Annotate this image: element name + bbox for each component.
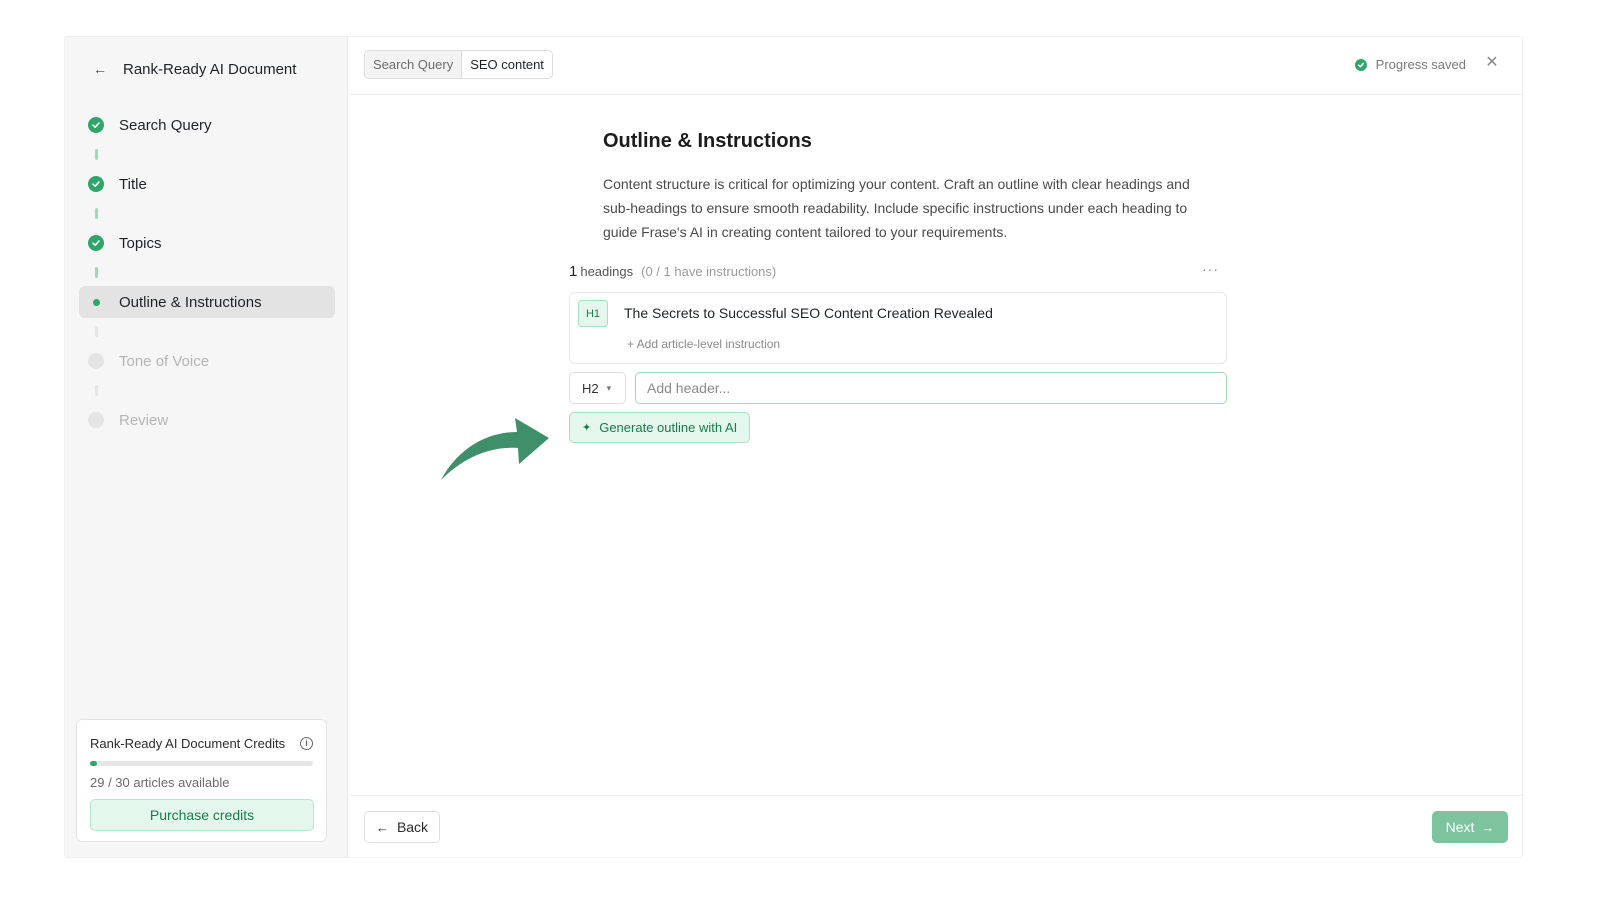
top-bar: Search Query SEO content Progress saved …: [349, 37, 1522, 95]
add-header-input[interactable]: [635, 372, 1227, 404]
save-status: Progress saved: [1354, 57, 1466, 72]
pending-circle-icon: [88, 353, 104, 369]
next-button[interactable]: Next →: [1432, 811, 1508, 843]
pending-circle-icon: [88, 412, 104, 428]
page-title: Outline & Instructions: [603, 130, 812, 152]
step-tone-of-voice[interactable]: Tone of Voice: [79, 345, 335, 377]
tab-seo-content[interactable]: SEO content: [462, 51, 552, 78]
step-label: Title: [119, 175, 147, 193]
close-icon[interactable]: ✕: [1484, 55, 1500, 71]
step-label: Search Query: [119, 116, 212, 134]
step-search-query[interactable]: Search Query: [79, 109, 335, 141]
check-circle-icon: [88, 176, 104, 192]
credits-progress-fill: [90, 761, 98, 766]
step-label: Topics: [119, 234, 162, 252]
back-label: Back: [396, 819, 429, 835]
next-label: Next: [1445, 819, 1475, 835]
h1-heading-card[interactable]: H1 The Secrets to Successful SEO Content…: [569, 292, 1227, 364]
step-connector: [79, 259, 335, 286]
back-button[interactable]: ← Back: [364, 811, 440, 843]
heading-level-select[interactable]: H2 ▾: [569, 372, 626, 404]
back-to-document[interactable]: ← Rank-Ready AI Document: [93, 57, 296, 81]
check-circle-icon: [88, 235, 104, 251]
curved-arrow-icon: [441, 418, 549, 480]
instructions-status: (0 / 1 have instructions): [641, 263, 777, 279]
app-window: ← Rank-Ready AI Document Search Query Ti…: [64, 36, 1523, 858]
purchase-credits-button[interactable]: Purchase credits: [90, 799, 314, 831]
tab-search-query[interactable]: Search Query: [365, 51, 463, 78]
heading-level-value: H2: [582, 380, 599, 396]
step-connector: [79, 200, 335, 227]
check-circle-icon: [88, 117, 104, 133]
headings-count: 1: [569, 262, 578, 280]
step-label: Outline & Instructions: [119, 293, 262, 311]
step-connector: [79, 141, 335, 168]
page-description: Content structure is critical for optimi…: [603, 176, 1190, 240]
step-label: Tone of Voice: [119, 352, 210, 370]
arrow-left-icon: ←: [375, 819, 389, 835]
document-title: Rank-Ready AI Document: [123, 60, 297, 78]
info-icon[interactable]: i: [300, 737, 313, 750]
arrow-left-icon: ←: [93, 61, 107, 77]
active-dot-icon: [88, 294, 104, 310]
credits-title: Rank-Ready AI Document Credits: [90, 736, 286, 751]
step-outline-instructions[interactable]: Outline & Instructions: [79, 286, 335, 318]
step-connector: [79, 377, 335, 404]
step-review[interactable]: Review: [79, 404, 335, 436]
generate-outline-button[interactable]: ✦ Generate outline with AI: [569, 412, 751, 443]
heading-level-badge: H1: [578, 300, 608, 327]
chevron-down-icon: ▾: [606, 382, 612, 393]
credits-title-row: Rank-Ready AI Document Credits i: [90, 736, 313, 751]
main-content: Outline & Instructions Content structure…: [349, 96, 1522, 795]
generate-outline-label: Generate outline with AI: [599, 420, 738, 435]
step-list: Search Query Title Topics Outline & Inst…: [79, 109, 335, 436]
h1-heading-text[interactable]: The Secrets to Successful SEO Content Cr…: [624, 305, 993, 321]
credits-card: Rank-Ready AI Document Credits i 29 / 30…: [76, 719, 327, 842]
headings-count-row: 1 headings (0 / 1 have instructions) ···: [569, 261, 1227, 281]
footer-bar: ← Back Next →: [349, 795, 1522, 857]
add-instruction-link[interactable]: + Add article-level instruction: [627, 337, 780, 351]
credits-available: 29 / 30 articles available: [90, 775, 230, 790]
mode-tabs: Search Query SEO content: [364, 50, 553, 79]
more-options-icon[interactable]: ···: [1202, 261, 1219, 277]
step-connector: [79, 318, 335, 345]
save-status-text: Progress saved: [1375, 57, 1466, 72]
check-circle-icon: [1354, 58, 1367, 71]
credits-progress-bar: [90, 761, 313, 766]
step-label: Review: [119, 411, 169, 429]
step-topics[interactable]: Topics: [79, 227, 335, 259]
step-title[interactable]: Title: [79, 168, 335, 200]
sparkle-icon: ✦: [582, 422, 592, 434]
headings-label: headings: [580, 263, 634, 279]
arrow-right-icon: →: [1481, 819, 1495, 835]
sidebar: ← Rank-Ready AI Document Search Query Ti…: [65, 37, 348, 857]
